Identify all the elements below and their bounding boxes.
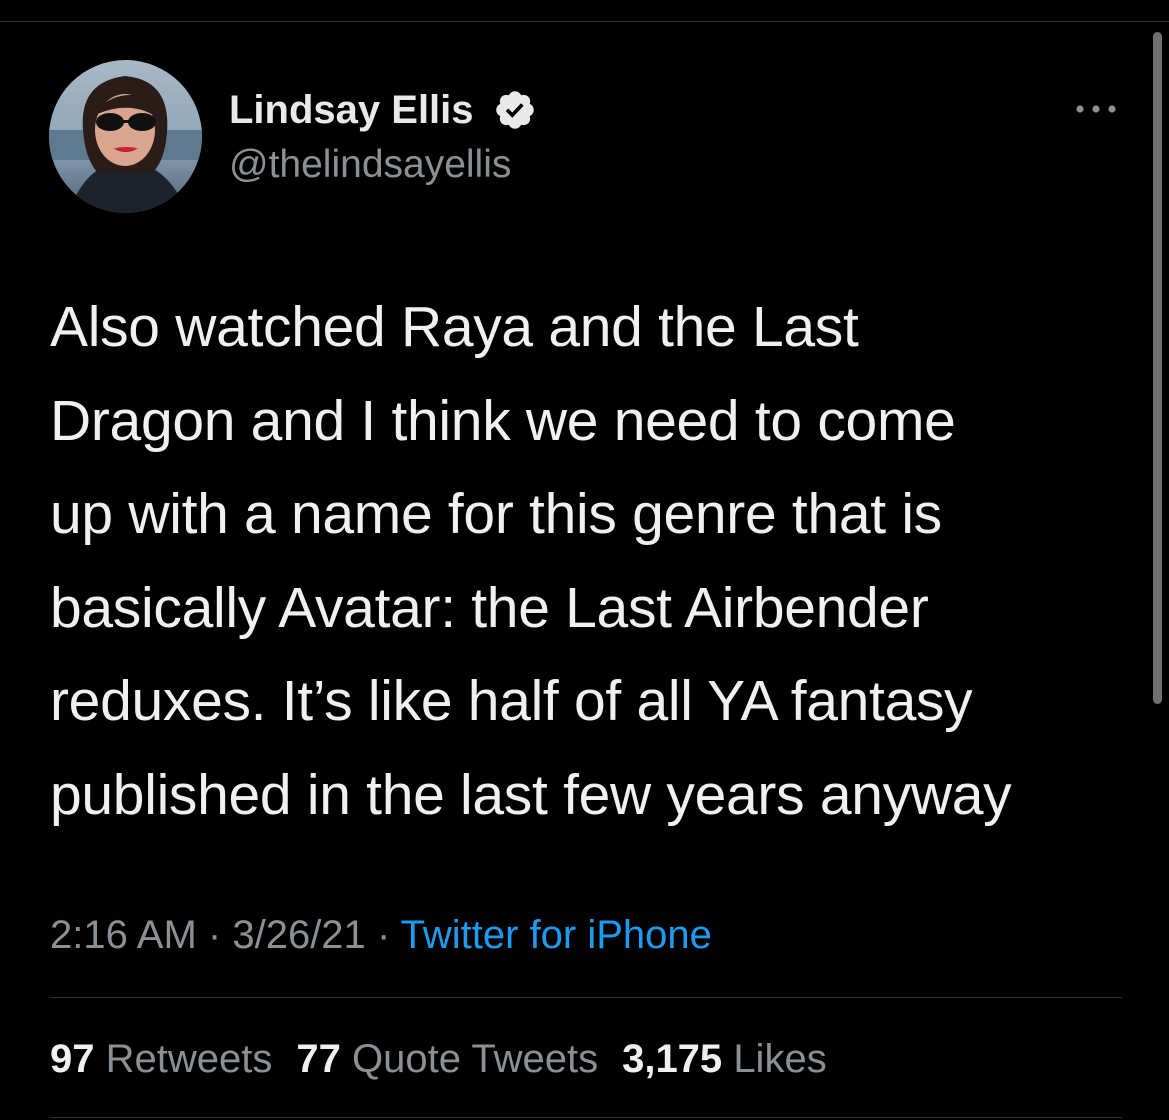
- author-display-name[interactable]: Lindsay Ellis: [229, 86, 474, 134]
- scrollbar[interactable]: [1153, 32, 1162, 704]
- quote-tweets-label: Quote Tweets: [352, 1037, 599, 1081]
- retweets-count: 97: [50, 1037, 95, 1081]
- tweet-text-line: published in the last few years anyway: [50, 762, 1012, 827]
- divider: [50, 997, 1122, 998]
- likes-label: Likes: [733, 1037, 827, 1081]
- tweet-meta: 2:16 AM · 3/26/21 · Twitter for iPhone: [50, 909, 712, 961]
- tweet-text-line: up with a name for this genre that is: [50, 482, 942, 546]
- quote-tweets-count: 77: [296, 1037, 341, 1081]
- tweet-text-line: Dragon and I think we need to come: [50, 388, 956, 453]
- tweet-text: Also watched Raya and the Last Dragon an…: [50, 281, 1140, 842]
- more-options-icon[interactable]: [1072, 94, 1120, 124]
- tweet-text-line: Also watched Raya and the Last: [50, 295, 859, 359]
- tweet-text-line: basically Avatar: the Last Airbender: [50, 575, 929, 640]
- tweet-time[interactable]: 2:16 AM: [50, 913, 197, 957]
- retweets-label: Retweets: [105, 1037, 273, 1081]
- divider: [50, 1117, 1122, 1118]
- tweet-stats: 97 Retweets 77 Quote Tweets 3,175 Likes: [50, 1033, 851, 1085]
- tweet-source-link[interactable]: Twitter for iPhone: [401, 913, 712, 957]
- meta-separator: ·: [207, 913, 222, 957]
- likes-stat[interactable]: 3,175 Likes: [622, 1037, 827, 1081]
- top-divider: [0, 21, 1169, 22]
- verified-badge-icon: [496, 91, 534, 129]
- tweet-date[interactable]: 3/26/21: [232, 913, 365, 957]
- avatar[interactable]: [49, 60, 202, 213]
- author-handle[interactable]: @thelindsayellis: [229, 142, 511, 188]
- meta-separator: ·: [376, 913, 391, 957]
- quote-tweets-stat[interactable]: 77 Quote Tweets: [296, 1037, 598, 1081]
- retweets-stat[interactable]: 97 Retweets: [50, 1037, 272, 1081]
- likes-count: 3,175: [622, 1037, 723, 1081]
- tweet-text-line: reduxes. It’s like half of all YA fantas…: [50, 669, 973, 733]
